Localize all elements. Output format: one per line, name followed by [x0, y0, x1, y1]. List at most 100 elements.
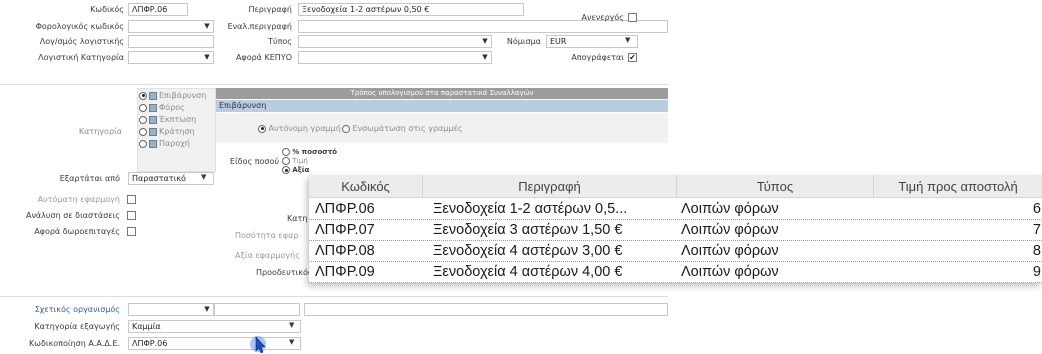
tax-code-label: Φορολογικός κωδικός	[35, 22, 124, 31]
inactive-checkbox[interactable]	[628, 13, 637, 22]
calc-header: Τρόπος υπολογισμού στα παραστατικά Συναλ…	[216, 88, 668, 99]
type-label: Τύπος	[268, 37, 292, 46]
kepyo-select[interactable]: ▼	[298, 51, 492, 64]
chevron-down-icon[interactable]: ▼	[289, 321, 294, 329]
column-header-price[interactable]: Τιμή προς αποστολή	[874, 175, 1042, 198]
list-item[interactable]: ΛΠΦΡ.09 Ξενοδοχεία 4 αστέρων 4,00 € Λοιπ…	[309, 262, 1042, 283]
list-item-description: Ξενοδοχεία 3 αστέρων 1,50 €	[433, 222, 623, 238]
inactive-label: Ανενεργός	[581, 13, 624, 22]
option-autonomous[interactable]: Αυτόνομη γραμμή	[258, 124, 341, 133]
list-item-description: Ξενοδοχεία 4 αστέρων 4,00 €	[433, 264, 623, 280]
description-label: Περιγραφή	[248, 5, 292, 14]
export-category-label: Κατηγορία εξαγωγής	[34, 322, 120, 331]
chevron-down-icon[interactable]: ▼	[625, 36, 630, 44]
chevron-down-icon[interactable]: ▼	[201, 173, 206, 181]
column-header-code[interactable]: Κωδικός	[309, 175, 423, 198]
radio-icon[interactable]	[282, 157, 290, 165]
column-header-type[interactable]: Τύπος	[677, 175, 874, 198]
radio-selected-icon[interactable]	[282, 166, 290, 174]
kepyo-label: Αφορά ΚΕΠΥΟ	[235, 53, 292, 62]
radio-icon[interactable]	[139, 115, 147, 124]
category-option-benefit[interactable]: Παροχή	[139, 139, 190, 148]
list-item-price: 7	[1032, 222, 1041, 238]
list-item[interactable]: ΛΠΦΡ.07 Ξενοδοχεία 3 αστέρων 1,50 € Λοιπ…	[309, 220, 1042, 241]
list-item-description: Ξενοδοχεία 4 αστέρων 3,00 €	[433, 243, 623, 259]
type-select[interactable]: ▼	[298, 35, 492, 48]
list-item[interactable]: ΛΠΦΡ.08 Ξενοδοχεία 4 αστέρων 3,00 € Λοιπ…	[309, 241, 1042, 262]
value-apply-label: Αξία εφαρμογής	[235, 251, 300, 260]
list-item[interactable]: ΛΠΦΡ.06 Ξενοδοχεία 1-2 αστέρων 0,5... Λο…	[309, 199, 1042, 220]
category-option-tax[interactable]: Φόρος	[139, 103, 185, 112]
list-item-code: ΛΠΦΡ.06	[315, 201, 375, 217]
amount-price-option[interactable]: Τιμή	[282, 157, 308, 165]
analysis-checkbox[interactable]	[127, 211, 136, 220]
related-org-label: Σχετικός οργανισμός	[34, 305, 120, 314]
accounting-category-label: Λογιστική Κατηγορία	[38, 53, 124, 62]
related-org-desc-field[interactable]	[304, 303, 668, 316]
auto-apply-label: Αυτόματη εφαρμογή	[37, 195, 120, 204]
chevron-down-icon[interactable]: ▼	[289, 338, 294, 346]
category-option-withholding[interactable]: Κράτηση	[139, 127, 195, 136]
code-field[interactable]: ΛΠΦΡ.06	[128, 3, 188, 16]
amount-percent-option[interactable]: % ποσοστό	[282, 148, 337, 156]
chevron-down-icon[interactable]: ▼	[479, 36, 491, 47]
category-label: Κατηγορία	[78, 127, 122, 136]
auto-apply-checkbox[interactable]	[127, 195, 136, 204]
aade-dropdown-list[interactable]: Κωδικός Περιγραφή Τύπος Τιμή προς αποστο…	[309, 175, 1042, 283]
description-field[interactable]: Ξενοδοχεία 1-2 αστέρων 0,50 €	[298, 3, 524, 16]
kati-label: Κατη	[287, 214, 308, 223]
code-label: Κωδικός	[90, 5, 124, 14]
category-option-surcharge[interactable]: Επιβάρυνση	[139, 91, 206, 100]
aade-label: Κωδικοποίηση Α.Α.Δ.Ε.	[29, 339, 120, 348]
list-item-type: Λοιπών φόρων	[681, 264, 779, 280]
deducted-checkbox[interactable]: ✔	[628, 53, 637, 62]
analysis-label: Ανάλυση σε διαστάσεις	[25, 211, 120, 220]
radio-icon[interactable]	[139, 139, 147, 148]
list-item-code: ΛΠΦΡ.08	[315, 243, 375, 259]
list-item-type: Λοιπών φόρων	[681, 201, 779, 217]
calc-selected-row[interactable]: Επιβάρυνση	[216, 100, 668, 112]
chevron-down-icon[interactable]: ▼	[201, 52, 213, 63]
accounting-category-select[interactable]: ▼	[128, 51, 214, 64]
tax-icon	[149, 103, 157, 112]
radio-icon[interactable]	[139, 103, 147, 112]
radio-selected-icon[interactable]	[258, 124, 266, 133]
category-option-discount[interactable]: Έκπτωση	[139, 115, 196, 124]
radio-icon[interactable]	[139, 127, 147, 136]
divider	[0, 84, 668, 85]
amount-type-label: Είδος ποσού	[229, 157, 279, 166]
accounting-field[interactable]	[128, 35, 214, 48]
radio-icon[interactable]	[282, 148, 290, 156]
tax-code-select[interactable]: ▼	[128, 20, 214, 33]
aade-select[interactable]: ΛΠΦΡ.06	[128, 337, 301, 350]
currency-label: Νόμισμα	[506, 37, 541, 46]
accounting-label: Λογ/σμός λογιστικής	[39, 37, 124, 46]
radio-icon[interactable]	[342, 124, 350, 133]
option-embedded[interactable]: Ενσωμάτωση στις γραμμές	[342, 124, 463, 133]
related-org-field[interactable]	[214, 303, 300, 316]
withholding-icon	[149, 127, 157, 136]
discount-icon	[149, 115, 157, 124]
chevron-down-icon[interactable]: ▼	[479, 52, 491, 63]
column-header-description[interactable]: Περιγραφή	[423, 175, 677, 198]
list-header: Κωδικός Περιγραφή Τύπος Τιμή προς αποστο…	[309, 175, 1042, 198]
mouse-cursor-icon	[250, 336, 266, 354]
related-org-select[interactable]: ▼	[128, 303, 214, 316]
list-item-type: Λοιπών φόρων	[681, 222, 779, 238]
benefit-icon	[149, 139, 157, 148]
chevron-down-icon[interactable]: ▼	[201, 21, 213, 32]
list-item-price: 9	[1032, 264, 1041, 280]
list-item-price: 8	[1032, 243, 1041, 259]
chevron-down-icon[interactable]: ▼	[201, 304, 213, 315]
gift-voucher-checkbox[interactable]	[127, 227, 136, 236]
list-item-type: Λοιπών φόρων	[681, 243, 779, 259]
depends-label: Εξαρτάται από	[59, 174, 120, 183]
deducted-label: Απογράφεται	[571, 53, 624, 62]
quantity-apply-label: Ποσότητα εφαρ	[235, 231, 299, 240]
surcharge-icon	[149, 91, 157, 100]
amount-value-option[interactable]: Αξία	[282, 166, 309, 174]
list-item-price: 6	[1032, 201, 1041, 217]
export-category-select[interactable]: Καμμία	[128, 320, 301, 333]
radio-selected-icon[interactable]	[139, 91, 147, 100]
list-item-code: ΛΠΦΡ.09	[315, 264, 375, 280]
